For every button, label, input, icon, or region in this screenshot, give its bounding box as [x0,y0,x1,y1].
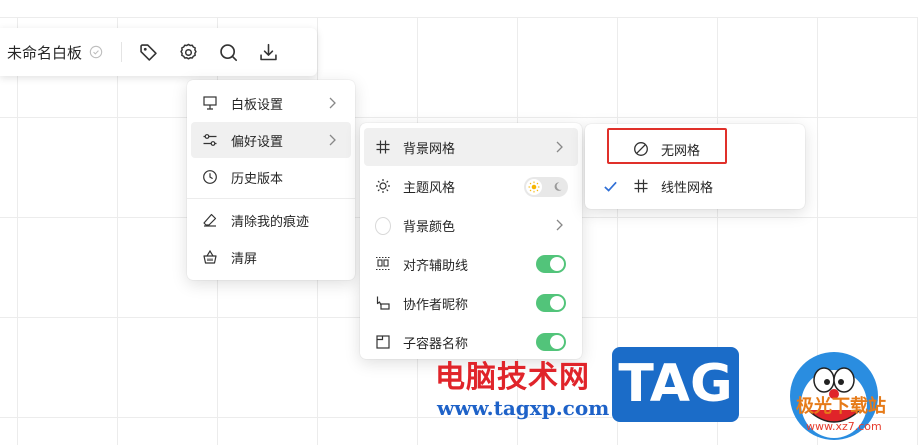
watermark-url: www.tagxp.com [437,396,610,420]
menu-item-label: 背景颜色 [403,218,456,234]
cursor-flag-icon [375,295,391,311]
menu-item-collaborator-nickname[interactable]: 协作者昵称 [364,284,578,322]
menu-item-whiteboard-settings[interactable]: 白板设置 [191,85,351,121]
preferences-submenu: 背景网格 主题风格 背景颜色 对齐辅助线 协作者昵称 子容器名称 [360,123,582,359]
grid-submenu: 无网格 线性网格 [585,124,805,209]
frame-icon [375,334,391,350]
whiteboard-toolbar: 未命名白板 [0,28,317,76]
menu-item-label: 无网格 [661,142,701,158]
clock-icon [202,169,218,185]
color-swatch [375,217,391,235]
document-title[interactable]: 未命名白板 [7,42,82,63]
check-circle-icon [89,45,103,59]
grid-icon [633,178,649,194]
no-entry-icon [633,141,649,157]
grid-icon [375,139,391,155]
menu-item-label: 偏好设置 [231,133,284,149]
menu-item-label: 线性网格 [661,179,714,195]
gear-icon[interactable] [176,40,200,64]
menu-item-label: 背景网格 [403,140,456,156]
menu-item-linear-grid[interactable]: 线性网格 [589,168,801,204]
chevron-right-icon [556,141,563,153]
menu-divider [187,198,355,199]
sliders-icon [202,132,218,148]
easel-icon [202,95,218,111]
search-icon[interactable] [216,40,240,64]
menu-item-label: 主题风格 [403,179,456,195]
sun-icon [375,178,391,194]
chevron-right-icon [329,97,336,109]
checkmark-icon [604,181,617,192]
menu-item-label: 清除我的痕迹 [231,213,310,229]
menu-item-label: 子容器名称 [403,335,469,351]
download-icon[interactable] [256,40,280,64]
menu-item-label: 清屏 [231,250,258,266]
menu-item-preferences[interactable]: 偏好设置 [191,122,351,158]
menu-item-no-grid[interactable]: 无网格 [589,131,801,167]
subcontainer-name-toggle[interactable] [536,333,566,351]
eraser-icon [202,212,218,228]
align-guides-icon [375,256,391,272]
menu-item-clear-screen[interactable]: 清屏 [191,239,351,275]
chevron-right-icon [329,134,336,146]
tag-icon[interactable] [136,40,160,64]
toolbar-divider [121,42,123,62]
menu-item-theme-style[interactable]: 主题风格 [364,167,578,205]
collaborator-nickname-toggle[interactable] [536,294,566,312]
menu-item-clear-my-traces[interactable]: 清除我的痕迹 [191,202,351,238]
menu-item-label: 白板设置 [231,96,284,112]
menu-item-label: 协作者昵称 [403,296,469,312]
menu-item-alignment-guides[interactable]: 对齐辅助线 [364,245,578,283]
sun-knob-icon [526,179,542,195]
menu-item-label: 对齐辅助线 [403,257,469,273]
settings-menu: 白板设置 偏好设置 历史版本 清除我的痕迹 清屏 [187,80,355,280]
moon-icon [554,182,562,191]
menu-item-label: 历史版本 [231,170,284,186]
watermark-text: 电脑技术网 [435,360,590,395]
menu-item-background-grid[interactable]: 背景网格 [364,128,578,166]
alignment-guides-toggle[interactable] [536,255,566,273]
menu-item-history[interactable]: 历史版本 [191,159,351,195]
watermark-site: 极光下载站 [796,396,886,417]
watermark-domain: www.xz7.com [806,420,882,433]
top-strip [0,0,918,17]
watermark-tag-logo: TAG [612,347,739,422]
basket-icon [202,249,218,265]
menu-item-background-color[interactable]: 背景颜色 [364,206,578,244]
chevron-right-icon [556,219,563,231]
theme-toggle[interactable] [524,177,568,197]
